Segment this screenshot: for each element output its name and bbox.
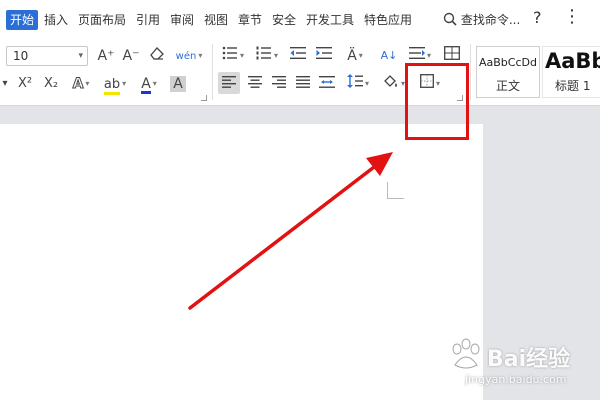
text-effect-button[interactable]: A ▾ <box>68 74 94 94</box>
style-name: 正文 <box>495 79 520 93</box>
grow-font-button[interactable]: A⁺ <box>96 46 116 66</box>
tab-references[interactable]: 引用 <box>136 10 160 30</box>
paragraph-layout-icon <box>408 47 425 59</box>
chinese-layout-button[interactable]: Ä ▾ <box>342 46 368 66</box>
justify-icon <box>296 76 310 88</box>
paint-bucket-icon <box>384 75 397 87</box>
ribbon-toolbar: 10 ▾ A⁺ A⁻ wén ▾ ▾ X² X₂ A ▾ ab ▾ A ▾ A ▾ <box>0 38 600 106</box>
tab-page-layout[interactable]: 页面布局 <box>78 10 126 30</box>
watermark: Bai经验 jingyan.baidu.com <box>447 335 597 395</box>
table-icon <box>444 46 460 60</box>
decrease-indent-button[interactable] <box>289 46 307 66</box>
tab-insert[interactable]: 插入 <box>44 10 68 30</box>
character-shading-button[interactable]: A <box>168 74 188 94</box>
style-heading-1[interactable]: AaBb 标题 1 <box>542 46 600 98</box>
justify-button[interactable] <box>294 74 312 94</box>
character-shading-icon: A <box>170 76 186 92</box>
tab-security[interactable]: 安全 <box>272 10 296 30</box>
tab-review[interactable]: 审阅 <box>170 10 194 30</box>
align-left-icon <box>222 76 236 88</box>
font-color-button[interactable]: A ▾ <box>136 74 162 94</box>
tab-chapter[interactable]: 章节 <box>238 10 262 30</box>
align-center-icon <box>248 76 262 88</box>
sort-button[interactable]: A↓ <box>380 46 398 66</box>
margin-corner-mark <box>387 182 404 199</box>
superscript-button[interactable]: X² <box>14 74 36 94</box>
chinese-layout-icon: Ä <box>347 48 357 64</box>
tab-home[interactable]: 开始 <box>6 10 39 30</box>
menu-bar: 开始 插入 页面布局 引用 审阅 视图 章节 安全 开发工具 特色应用 查找命令… <box>0 0 600 38</box>
phonetic-icon: wén <box>175 51 197 62</box>
bulleted-list-icon <box>222 46 237 60</box>
search-command[interactable]: 查找命令... <box>443 10 520 30</box>
watermark-url: jingyan.baidu.com <box>465 373 567 386</box>
line-spacing-icon <box>346 74 363 88</box>
style-normal[interactable]: AaBbCcDd 正文 <box>476 46 540 98</box>
tab-developer-tools[interactable]: 开发工具 <box>306 10 354 30</box>
eraser-icon <box>150 47 164 60</box>
watermark-brand: Bai经验 <box>487 347 571 372</box>
tab-view[interactable]: 视图 <box>204 10 228 30</box>
sort-icon: A↓ <box>380 49 398 62</box>
distribute-icon <box>319 76 335 88</box>
align-center-button[interactable] <box>246 74 264 94</box>
shrink-font-button[interactable]: A⁻ <box>121 46 141 66</box>
group-divider <box>470 44 471 100</box>
clear-format-button[interactable] <box>148 46 166 66</box>
distributed-align-button[interactable] <box>318 74 336 94</box>
subscript-button[interactable]: X₂ <box>40 74 62 94</box>
align-right-icon <box>272 76 286 88</box>
style-sample: AaBbCcDd <box>479 56 537 69</box>
phonetic-guide-button[interactable]: wén ▾ <box>174 46 204 66</box>
highlight-icon: ab <box>103 77 121 95</box>
tab-special-apps[interactable]: 特色应用 <box>364 10 412 30</box>
highlight-color-button[interactable]: ab ▾ <box>100 74 130 95</box>
annotation-highlight-box <box>405 63 469 140</box>
align-left-button[interactable] <box>218 72 240 94</box>
more-options-icon[interactable]: ⋮ <box>563 6 581 27</box>
font-size-value: 10 <box>13 49 29 63</box>
search-label: 查找命令... <box>460 13 521 27</box>
shading-button[interactable]: ▾ <box>380 74 408 94</box>
font-size-select[interactable]: 10 ▾ <box>6 46 88 66</box>
chevron-down-icon: ▾ <box>78 51 83 61</box>
group-divider <box>212 44 213 100</box>
increase-indent-button[interactable] <box>315 46 333 66</box>
search-icon <box>443 12 457 26</box>
numbered-list-icon <box>256 46 271 60</box>
indent-icon <box>316 47 332 59</box>
bullets-button[interactable]: ▾ <box>220 46 246 66</box>
style-sample: AaBb <box>545 49 600 73</box>
line-spacing-button[interactable]: ▾ <box>344 74 372 94</box>
document-page[interactable] <box>0 124 483 400</box>
chevron-down-icon[interactable]: ▾ <box>0 74 10 94</box>
help-icon[interactable]: ? <box>533 8 542 27</box>
font-dialog-launcher[interactable] <box>201 95 207 101</box>
text-effect-icon: A <box>72 76 84 93</box>
align-right-button[interactable] <box>270 74 288 94</box>
numbering-button[interactable]: ▾ <box>254 46 280 66</box>
paw-logo-icon <box>452 338 480 369</box>
style-name: 标题 1 <box>555 79 591 93</box>
font-color-icon: A <box>141 76 151 94</box>
outdent-icon <box>290 47 306 59</box>
